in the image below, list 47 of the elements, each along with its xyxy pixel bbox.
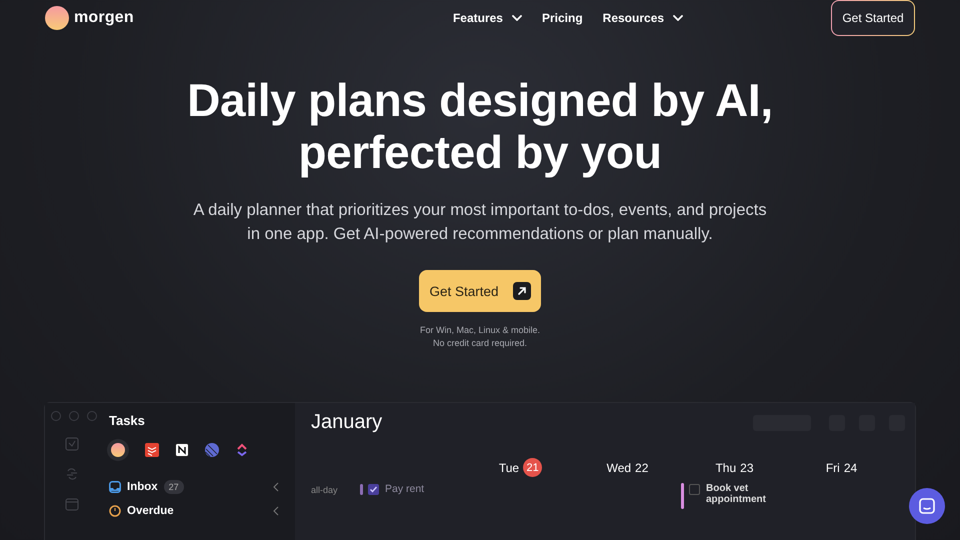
task-list-label: Overdue — [127, 505, 174, 517]
get-started-button[interactable]: Get Started — [831, 0, 915, 36]
task-list-item[interactable]: Inbox 27 — [109, 475, 285, 499]
day-header: Thu — [715, 460, 736, 474]
checkbox-icon[interactable] — [65, 437, 79, 451]
logo-icon — [45, 6, 69, 30]
chat-icon — [919, 498, 935, 514]
event-title: Pay rent — [385, 483, 424, 495]
notebook-icon[interactable] — [175, 443, 189, 457]
day-header: Wed — [606, 460, 632, 474]
day-date: 22 — [635, 460, 648, 474]
tray-icon — [109, 481, 121, 493]
event-checkbox[interactable] — [368, 484, 379, 495]
note-text: For Win, Mac, Linux & mobile. — [420, 324, 540, 337]
month-title: January — [311, 411, 382, 434]
chevron-left-icon[interactable] — [273, 506, 279, 516]
logo-icon[interactable] — [107, 439, 129, 461]
event-title: Book vet appointment — [706, 483, 767, 505]
get-started-button[interactable]: Get Started — [418, 270, 541, 312]
note-text: No credit card required. — [432, 337, 528, 350]
today-date-badge: 21 — [523, 458, 542, 477]
task-list-label: Inbox — [127, 481, 158, 493]
day-date: 24 — [844, 460, 858, 474]
day-date: 23 — [740, 460, 754, 474]
event-checkbox[interactable] — [689, 484, 700, 495]
window-controls-icon — [51, 411, 97, 421]
chevron-left-icon[interactable] — [273, 482, 279, 492]
nav-link[interactable]: Features — [452, 11, 522, 25]
chat-button[interactable] — [909, 488, 945, 524]
striped-circle-icon[interactable] — [205, 443, 219, 457]
brand-name[interactable]: morgen — [74, 9, 134, 27]
stacked-lines-icon[interactable] — [145, 443, 159, 457]
hero-subtitle: in one app. Get AI-powered recommendations or plan manually. — [247, 224, 713, 245]
count-badge: 27 — [164, 480, 184, 494]
clock-icon — [109, 505, 121, 517]
chevrons-icon[interactable] — [235, 443, 249, 457]
arrow-up-right-icon — [512, 282, 530, 300]
day-header: Fri — [826, 460, 840, 474]
all-day-label: all-day — [311, 484, 339, 497]
tasks-title: Tasks — [109, 413, 146, 428]
nav-link[interactable]: Resources — [602, 11, 684, 25]
hero-heading: perfected by you — [298, 126, 662, 178]
day-header: Tue — [498, 460, 520, 474]
hero-heading: Daily plans designed by AI, — [187, 74, 773, 126]
nav-link[interactable]: Pricing — [542, 11, 583, 25]
task-list-item[interactable]: Overdue — [109, 499, 285, 523]
hero-subtitle: A daily planner that prioritizes your most important to-dos, events, and projects — [193, 200, 767, 221]
